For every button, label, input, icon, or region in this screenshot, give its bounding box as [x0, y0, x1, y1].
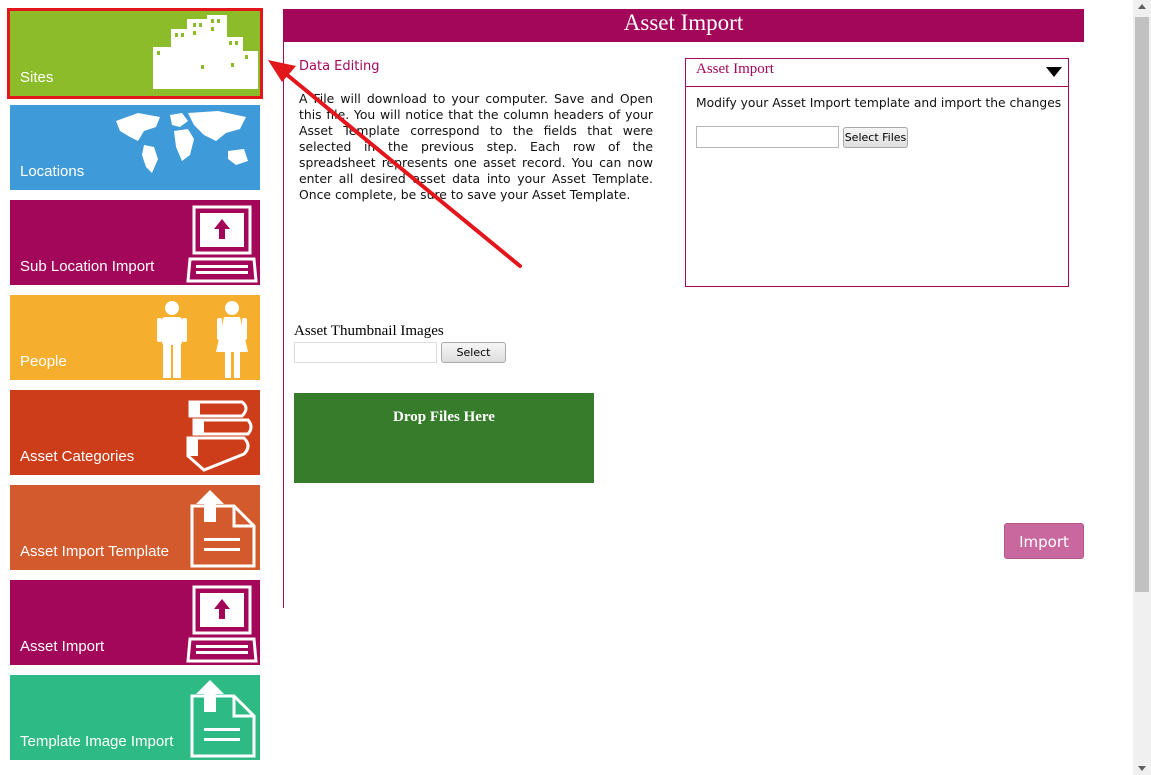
panel-border [283, 42, 284, 608]
scroll-thumb[interactable] [1135, 17, 1149, 592]
sidebar-item-label: Asset Import Template [20, 543, 169, 560]
drop-zone[interactable]: Drop Files Here [294, 393, 594, 483]
sidebar-item-label: Template Image Import [20, 733, 174, 750]
page-title: Asset Import [283, 9, 1084, 42]
sidebar-item-sub-location-import[interactable]: Sub Location Import [10, 200, 260, 285]
data-editing-instructions: A File will download to your computer. S… [299, 91, 653, 202]
sidebar-item-label: Sites [20, 69, 54, 86]
accordion-header-label: Asset Import [696, 61, 774, 77]
asset-import-description: Modify your Asset Import template and im… [696, 96, 1062, 110]
sidebar-item-people[interactable]: People [10, 295, 260, 380]
sidebar-item-asset-import-template[interactable]: Asset Import Template [10, 485, 260, 570]
sidebar-item-label: Asset Categories [20, 448, 135, 465]
world-map-icon [108, 107, 258, 181]
data-editing-title: Data Editing [299, 59, 380, 74]
document-upload-icon [186, 678, 258, 760]
scroll-down-icon[interactable] [1138, 766, 1146, 771]
sidebar-item-label: Locations [20, 163, 85, 180]
computer-upload-icon [186, 203, 258, 285]
sidebar-item-label: Asset Import [20, 638, 105, 655]
document-upload-icon [186, 488, 258, 570]
books-icon [184, 394, 256, 475]
thumbnail-file-input[interactable] [294, 342, 437, 363]
sidebar-item-sites[interactable]: Sites [7, 8, 263, 99]
file-path-input[interactable] [696, 126, 839, 148]
drop-zone-label: Drop Files Here [393, 409, 495, 425]
thumbnail-select-button[interactable]: Select [441, 342, 506, 363]
sidebar-item-locations[interactable]: Locations [10, 105, 260, 190]
sidebar-item-label: People [20, 353, 67, 370]
sidebar-item-label: Sub Location Import [20, 258, 155, 275]
asset-import-panel: Asset Import Modify your Asset Import te… [685, 58, 1069, 287]
thumbnail-images-label: Asset Thumbnail Images [294, 323, 444, 339]
import-button[interactable]: Import [1004, 523, 1084, 559]
select-files-button[interactable]: Select Files [843, 127, 908, 148]
sidebar-item-asset-import[interactable]: Asset Import [10, 580, 260, 665]
people-icon [154, 300, 254, 380]
asset-import-accordion-header[interactable]: Asset Import [686, 59, 1068, 87]
sidebar-item-asset-categories[interactable]: Asset Categories [10, 390, 260, 475]
scroll-up-icon[interactable] [1138, 4, 1146, 9]
buildings-icon [153, 15, 258, 93]
sidebar-item-template-image-import[interactable]: Template Image Import [10, 675, 260, 760]
vertical-scrollbar[interactable] [1133, 0, 1151, 775]
caret-down-icon[interactable] [1046, 67, 1062, 77]
computer-upload-icon [186, 583, 258, 665]
